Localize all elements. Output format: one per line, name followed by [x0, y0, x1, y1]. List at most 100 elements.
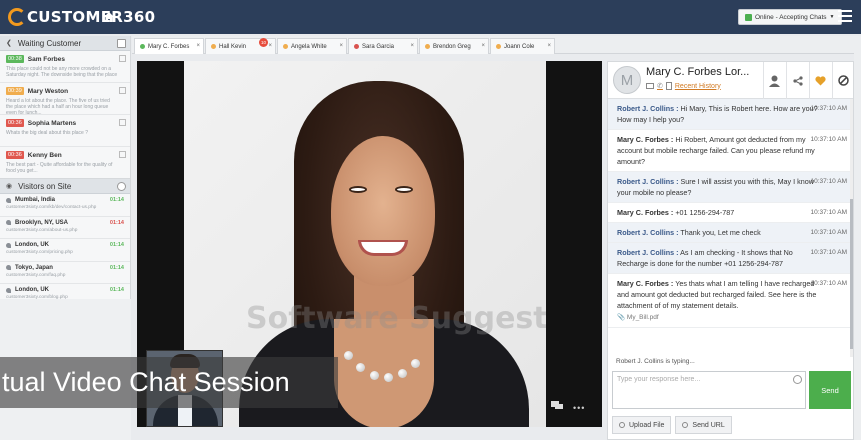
chat-message: Mary C. Forbes : +01 1256-294-787 10:37:… — [608, 203, 853, 223]
right-gutter — [854, 36, 861, 440]
visitor-location: London, UK — [15, 242, 49, 248]
message-time: 10:37:10 AM — [810, 229, 848, 236]
chat-tabs: Mary C. Forbes × Hall Kevin × 10 Angela … — [132, 36, 861, 54]
wait-time-badge: 00:36 — [6, 151, 24, 159]
waiting-name: Kenny Ben — [27, 151, 62, 159]
home-icon[interactable] — [103, 11, 115, 23]
tab-label: Joann Cole — [504, 43, 535, 50]
waiting-item[interactable]: 00:36 Kenny Ben The best part - Quite af… — [0, 147, 130, 178]
recent-history-label: Recent History — [674, 82, 721, 90]
upload-file-button[interactable]: Upload File — [612, 416, 672, 434]
status-dot-icon — [211, 44, 216, 49]
visitor-item[interactable]: London, UK customer3sixty.com/pricing.ph… — [0, 239, 130, 262]
chat-message: Robert J. Collins : As I am checking - I… — [608, 243, 853, 274]
message-sender: Mary C. Forbes : — [617, 135, 674, 144]
tab-joann-cole[interactable]: Joann Cole × — [490, 38, 555, 54]
status-dot-icon — [354, 44, 359, 49]
transfer-user-button[interactable] — [763, 62, 785, 99]
visitors-settings-icon[interactable] — [117, 182, 126, 191]
visitors-header[interactable]: ◉ Visitors on Site — [0, 179, 130, 194]
tab-brendon-greg[interactable]: Brendon Greg × — [419, 38, 489, 54]
chat-message: Mary C. Forbes : Hi Robert, Amount got d… — [608, 130, 853, 172]
tab-label: Mary C. Forbes — [148, 43, 190, 50]
visitor-item[interactable]: Tokyo, Japan customer3sixty.com/faq.php … — [0, 262, 130, 284]
document-icon[interactable] — [665, 82, 672, 90]
accept-chat-icon[interactable] — [119, 119, 126, 126]
tab-mary-forbes[interactable]: Mary C. Forbes × — [134, 38, 204, 54]
close-icon[interactable]: × — [481, 43, 485, 49]
message-sender: Robert J. Collins : — [617, 104, 679, 113]
waiting-message: This place could not be any more crowded… — [6, 66, 118, 78]
attachment-name: My_Bill.pdf — [626, 314, 659, 321]
chat-bubble-icon[interactable] — [551, 400, 563, 410]
heart-icon — [815, 75, 826, 85]
wait-time-badge: 00:39 — [6, 87, 24, 95]
close-icon[interactable]: × — [196, 43, 200, 49]
more-options-icon[interactable]: ••• — [573, 403, 585, 413]
eye-icon: ◉ — [6, 183, 13, 190]
status-label: Online - Accepting Chats — [755, 13, 827, 21]
logo[interactable]: CUSTOMER360 — [8, 7, 155, 27]
status-dropdown[interactable]: Online - Accepting Chats ▼ — [738, 9, 842, 25]
waiting-name: Sam Forbes — [27, 55, 65, 63]
message-text: Thank you, Let me check — [680, 228, 761, 237]
mail-icon[interactable] — [646, 83, 654, 89]
waiting-list: 00:38 Sam Forbes This place could not be… — [0, 51, 130, 179]
video-caption: tual Video Chat Session — [0, 357, 338, 408]
waiting-item[interactable]: 00:36 Sophia Martens Whats the big deal … — [0, 115, 130, 147]
waiting-message: Heard a lot about the place. The five of… — [6, 98, 110, 116]
send-url-label: Send URL — [692, 421, 725, 429]
emoji-icon[interactable] — [793, 375, 802, 384]
tab-label: Brendon Greg — [433, 43, 471, 50]
waiting-customer-header[interactable]: ❮ Waiting Customer — [0, 36, 130, 51]
reply-input[interactable]: Type your response here... — [612, 371, 806, 409]
tab-angela-white[interactable]: Angela White × — [277, 38, 347, 54]
favorite-button[interactable] — [809, 62, 831, 99]
accept-chat-icon[interactable] — [119, 55, 126, 62]
wait-time-badge: 00:38 — [6, 55, 24, 63]
send-url-button[interactable]: Send URL — [675, 416, 732, 434]
close-icon[interactable]: × — [410, 43, 414, 49]
visitor-url: customer3sixty.com/kb/dev/contact-us.php — [6, 205, 97, 210]
phone-icon[interactable]: ✆ — [657, 82, 663, 90]
send-button[interactable]: Send — [809, 371, 851, 409]
waiting-name: Mary Weston — [27, 87, 69, 95]
waiting-item[interactable]: 00:39 Mary Weston Heard a lot about the … — [0, 83, 130, 116]
waiting-item[interactable]: 00:38 Sam Forbes This place could not be… — [0, 51, 130, 83]
tab-hall-kevin[interactable]: Hall Kevin × 10 — [205, 38, 276, 54]
visitor-item[interactable]: Brooklyn, NY, USA customer3sixty.com/abo… — [0, 217, 130, 239]
message-scrollbar[interactable] — [850, 99, 853, 357]
close-icon[interactable]: × — [339, 43, 343, 49]
panel-toggle-icon[interactable] — [117, 39, 126, 48]
attachment-link[interactable]: 📎 My_Bill.pdf — [617, 312, 818, 323]
top-bar: CUSTOMER360 Online - Accepting Chats ▼ — [0, 0, 861, 34]
close-icon[interactable]: × — [547, 43, 551, 49]
tab-sara-garcia[interactable]: Sara Garcia × — [348, 38, 418, 54]
message-sender: Mary C. Forbes : — [617, 208, 674, 217]
message-list: Robert J. Collins : Hi Mary, This is Rob… — [608, 99, 853, 357]
hamburger-menu-icon[interactable] — [838, 10, 852, 22]
person-icon — [6, 197, 11, 203]
visitor-url: customer3sixty.com/pricing.php — [6, 250, 73, 255]
chat-message: Robert J. Collins : Thank you, Let me ch… — [608, 223, 853, 243]
message-sender: Robert J. Collins : — [617, 177, 679, 186]
block-icon — [838, 75, 849, 86]
visitor-item[interactable]: Mumbai, India customer3sixty.com/kb/dev/… — [0, 194, 130, 217]
message-time: 10:37:10 AM — [810, 105, 848, 112]
recent-history-link[interactable]: ✆ Recent History — [646, 82, 721, 90]
end-chat-button[interactable] — [832, 62, 854, 99]
tab-label: Angela White — [291, 43, 327, 50]
visitor-time: 01:14 — [109, 197, 124, 203]
share-button[interactable] — [786, 62, 808, 99]
message-time: 10:37:10 AM — [810, 249, 848, 256]
link-icon — [682, 422, 689, 428]
accept-chat-icon[interactable] — [119, 151, 126, 158]
visitor-time: 01:14 — [109, 219, 124, 226]
close-icon[interactable]: × — [268, 43, 272, 49]
accept-chat-icon[interactable] — [119, 87, 126, 94]
visitor-time: 01:14 — [109, 264, 124, 271]
message-sender: Mary C. Forbes : — [617, 279, 674, 288]
message-time: 10:37:10 AM — [810, 280, 848, 287]
waiting-customer-title: Waiting Customer — [17, 38, 82, 48]
chat-message: Mary C. Forbes : Yes thats what I am tel… — [608, 274, 853, 328]
